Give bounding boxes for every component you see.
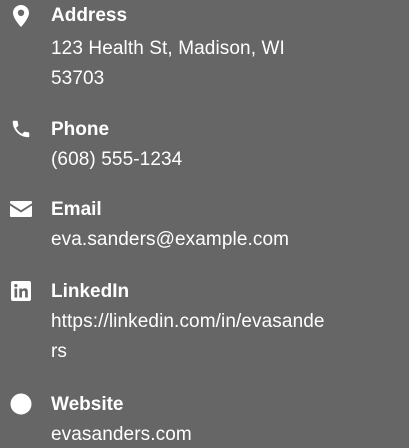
linkedin-label: LinkedIn	[51, 281, 130, 302]
email-value[interactable]: eva.sanders@example.com	[51, 225, 409, 255]
envelope-icon	[8, 196, 34, 222]
phone-value[interactable]: (608) 555-1234	[51, 145, 409, 175]
linkedin-icon	[8, 278, 34, 304]
phone-label: Phone	[51, 119, 110, 140]
website-value[interactable]: evasanders.com	[51, 420, 409, 448]
linkedin-line-2[interactable]: rs	[51, 337, 409, 367]
globe-icon	[8, 391, 34, 417]
map-pin-icon	[8, 3, 34, 29]
email-label: Email	[51, 199, 102, 220]
phone-icon	[8, 116, 34, 142]
website-label: Website	[51, 394, 124, 415]
address-line-1: 123 Health St, Madison, WI	[51, 38, 285, 59]
address-label: Address	[51, 5, 128, 26]
contact-list: Address 123 Health St, Madison, WI 53703…	[0, 0, 409, 448]
address-line-2: 53703	[51, 68, 105, 89]
linkedin-line-1[interactable]: https://linkedin.com/in/evasande	[51, 307, 409, 337]
